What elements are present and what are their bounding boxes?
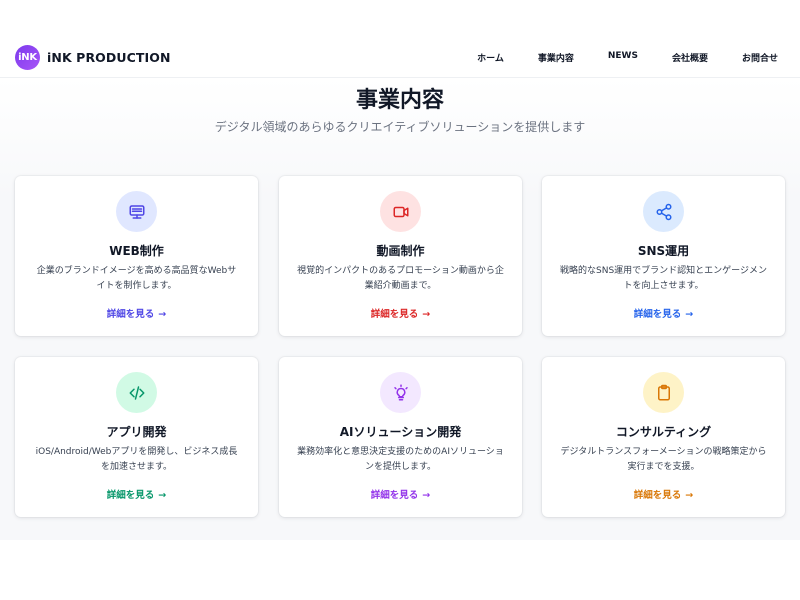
share-icon	[643, 191, 684, 232]
service-card-web[interactable]: WEB制作 企業のブランドイメージを高める高品質なWebサイトを制作します。 詳…	[15, 176, 258, 336]
card-description: iOS/Android/Webアプリを開発し、ビジネス成長を加速させます。	[35, 447, 238, 472]
card-description: デジタルトランスフォーメーションの戦略策定から実行までを支援。	[560, 447, 767, 472]
card-details-link[interactable]: 詳細を見る →	[15, 306, 258, 320]
card-title: SNS運用	[637, 244, 690, 258]
arrow-right-icon: →	[685, 490, 694, 501]
service-card-ai[interactable]: AIソリューション開発 業務効率化と意思決定支援のためのAIソリューションを提供…	[279, 357, 522, 517]
nav-item-news[interactable]: NEWS	[608, 51, 638, 64]
clipboard-icon	[643, 372, 684, 413]
service-card-video[interactable]: 動画制作 視覚的インパクトのあるプロモーション動画から企業紹介動画まで。 詳細を…	[279, 176, 522, 336]
code-icon	[116, 372, 157, 413]
card-description: 業務効率化と意思決定支援のためのAIソリューションを提供します。	[297, 447, 504, 472]
arrow-right-icon: →	[158, 309, 167, 320]
nav-item-company[interactable]: 会社概要	[672, 51, 708, 64]
arrow-right-icon: →	[422, 490, 431, 501]
brand-name[interactable]: iNK PRODUCTION	[47, 50, 171, 65]
lightbulb-icon	[380, 372, 421, 413]
card-title: コンサルティング	[615, 425, 712, 439]
page-footer-space	[0, 540, 800, 600]
card-details-link[interactable]: 詳細を見る →	[542, 306, 785, 320]
site-header: iNK iNK PRODUCTION ホーム 事業内容 NEWS 会社概要 お問…	[0, 38, 800, 78]
arrow-right-icon: →	[158, 490, 167, 501]
card-details-link[interactable]: 詳細を見る →	[15, 487, 258, 501]
service-card-consulting[interactable]: コンサルティング デジタルトランスフォーメーションの戦略策定から実行までを支援。…	[542, 357, 785, 517]
link-label: 詳細を見る	[106, 309, 155, 320]
card-description: 視覚的インパクトのあるプロモーション動画から企業紹介動画まで。	[297, 266, 504, 291]
card-description: 企業のブランドイメージを高める高品質なWebサイトを制作します。	[36, 266, 237, 291]
nav-item-services[interactable]: 事業内容	[538, 51, 574, 64]
nav-item-home[interactable]: ホーム	[477, 51, 504, 64]
services-section: 事業内容 デジタル領域のあらゆるクリエイティブソリューションを提供します WEB…	[0, 78, 800, 540]
card-title: 動画制作	[376, 244, 425, 258]
video-icon	[380, 191, 421, 232]
card-details-link[interactable]: 詳細を見る →	[542, 487, 785, 501]
card-title: WEB制作	[109, 244, 164, 258]
nav-item-contact[interactable]: お問合せ	[742, 51, 778, 64]
brand-logo[interactable]: iNK	[15, 45, 40, 70]
arrow-right-icon: →	[422, 309, 431, 320]
link-label: 詳細を見る	[370, 490, 419, 501]
link-label: 詳細を見る	[633, 309, 682, 320]
brand[interactable]: iNK iNK PRODUCTION	[15, 45, 171, 70]
arrow-right-icon: →	[685, 309, 694, 320]
link-label: 詳細を見る	[370, 309, 419, 320]
card-title: AIソリューション開発	[339, 425, 462, 439]
link-label: 詳細を見る	[633, 490, 682, 501]
section-title: 事業内容	[355, 88, 444, 113]
main-nav: ホーム 事業内容 NEWS 会社概要 お問合せ	[477, 51, 778, 64]
card-details-link[interactable]: 詳細を見る →	[279, 487, 522, 501]
service-card-app[interactable]: アプリ開発 iOS/Android/Webアプリを開発し、ビジネス成長を加速させ…	[15, 357, 258, 517]
monitor-icon	[116, 191, 157, 232]
card-details-link[interactable]: 詳細を見る →	[279, 306, 522, 320]
section-subtitle: デジタル領域のあらゆるクリエイティブソリューションを提供します	[214, 120, 586, 134]
link-label: 詳細を見る	[106, 490, 155, 501]
card-title: アプリ開発	[106, 425, 167, 439]
service-card-sns[interactable]: SNS運用 戦略的なSNS運用でブランド認知とエンゲージメントを向上させます。 …	[542, 176, 785, 336]
card-description: 戦略的なSNS運用でブランド認知とエンゲージメントを向上させます。	[560, 266, 767, 291]
